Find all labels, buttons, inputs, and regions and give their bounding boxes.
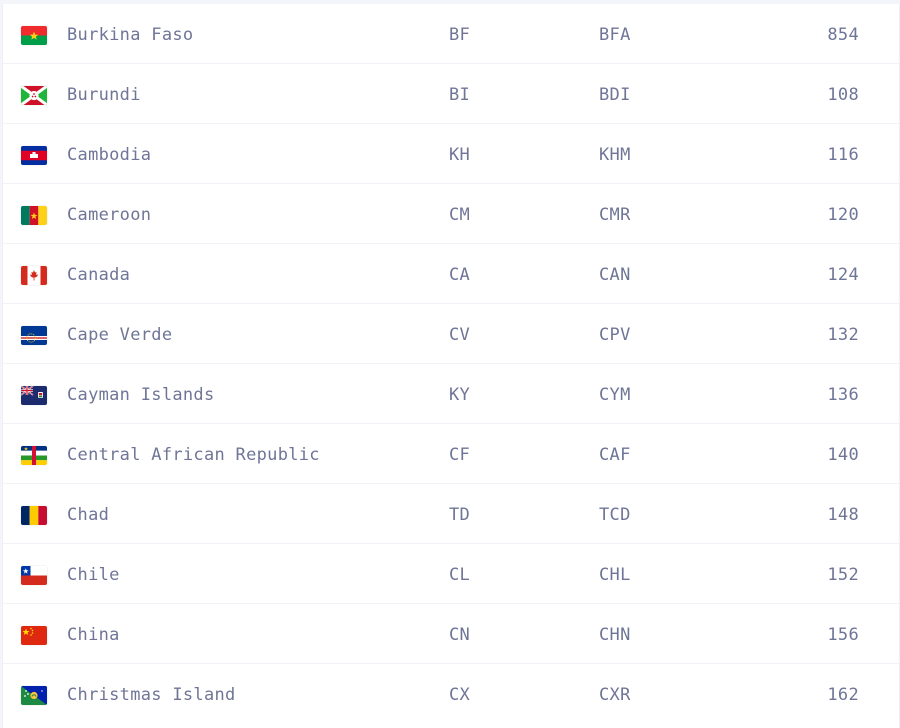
- canada-flag-icon: [21, 266, 47, 285]
- christmas-island-flag-icon: [21, 686, 47, 705]
- table-row[interactable]: Canada CA CAN 124: [3, 244, 899, 304]
- numeric-code: 136: [827, 385, 859, 405]
- alpha2-code: BF: [449, 25, 471, 45]
- numeric-code: 854: [827, 25, 859, 45]
- table-row[interactable]: Christmas Island CX CXR 162: [3, 664, 899, 724]
- cape-verde-flag-icon: [21, 326, 47, 345]
- numeric-code: 108: [827, 85, 859, 105]
- cameroon-flag-icon: [21, 206, 47, 225]
- country-name: Cameroon: [67, 205, 152, 225]
- alpha2-code: CN: [449, 625, 471, 645]
- alpha3-code: CHN: [599, 625, 631, 645]
- chad-flag-icon: [21, 506, 47, 525]
- alpha2-code: CX: [449, 685, 471, 705]
- country-table: Burkina Faso BF BFA 854 Burundi BI BDI 1…: [2, 4, 900, 728]
- numeric-code: 152: [827, 565, 859, 585]
- alpha3-code: BDI: [599, 85, 631, 105]
- cambodia-flag-icon: [21, 146, 47, 165]
- alpha3-code: KHM: [599, 145, 631, 165]
- numeric-code: 132: [827, 325, 859, 345]
- numeric-code: 120: [827, 205, 859, 225]
- table-row[interactable]: Cayman Islands KY CYM 136: [3, 364, 899, 424]
- alpha2-code: KH: [449, 145, 471, 165]
- alpha3-code: CYM: [599, 385, 631, 405]
- alpha2-code: CA: [449, 265, 471, 285]
- table-row[interactable]: China CN CHN 156: [3, 604, 899, 664]
- table-row[interactable]: Cape Verde CV CPV 132: [3, 304, 899, 364]
- country-name: Cayman Islands: [67, 385, 215, 405]
- country-name: Chad: [67, 505, 110, 525]
- burkina-faso-flag-icon: [21, 26, 47, 45]
- country-name: Christmas Island: [67, 685, 236, 705]
- numeric-code: 124: [827, 265, 859, 285]
- country-name: Burundi: [67, 85, 141, 105]
- table-row[interactable]: Burundi BI BDI 108: [3, 64, 899, 124]
- country-name: Chile: [67, 565, 120, 585]
- alpha3-code: BFA: [599, 25, 631, 45]
- chile-flag-icon: [21, 566, 47, 585]
- country-name: Burkina Faso: [67, 25, 194, 45]
- central-african-republic-flag-icon: [21, 446, 47, 465]
- numeric-code: 116: [827, 145, 859, 165]
- numeric-code: 156: [827, 625, 859, 645]
- country-name: China: [67, 625, 120, 645]
- alpha3-code: CHL: [599, 565, 631, 585]
- china-flag-icon: [21, 626, 47, 645]
- country-name: Central African Republic: [67, 445, 320, 465]
- numeric-code: 148: [827, 505, 859, 525]
- country-name: Cape Verde: [67, 325, 173, 345]
- burundi-flag-icon: [21, 86, 47, 105]
- table-row[interactable]: Cameroon CM CMR 120: [3, 184, 899, 244]
- numeric-code: 162: [827, 685, 859, 705]
- alpha3-code: CAF: [599, 445, 631, 465]
- table-row[interactable]: Cambodia KH KHM 116: [3, 124, 899, 184]
- alpha3-code: TCD: [599, 505, 631, 525]
- country-name: Cambodia: [67, 145, 152, 165]
- alpha2-code: CV: [449, 325, 471, 345]
- alpha2-code: KY: [449, 385, 471, 405]
- alpha3-code: CXR: [599, 685, 631, 705]
- alpha3-code: CPV: [599, 325, 631, 345]
- cayman-islands-flag-icon: [21, 386, 47, 405]
- alpha2-code: TD: [449, 505, 471, 525]
- table-row[interactable]: Central African Republic CF CAF 140: [3, 424, 899, 484]
- alpha3-code: CMR: [599, 205, 631, 225]
- alpha2-code: CM: [449, 205, 471, 225]
- alpha2-code: CL: [449, 565, 471, 585]
- alpha2-code: CF: [449, 445, 471, 465]
- table-row[interactable]: Chile CL CHL 152: [3, 544, 899, 604]
- table-row[interactable]: Chad TD TCD 148: [3, 484, 899, 544]
- numeric-code: 140: [827, 445, 859, 465]
- alpha3-code: CAN: [599, 265, 631, 285]
- country-name: Canada: [67, 265, 131, 285]
- table-row[interactable]: Burkina Faso BF BFA 854: [3, 4, 899, 64]
- alpha2-code: BI: [449, 85, 471, 105]
